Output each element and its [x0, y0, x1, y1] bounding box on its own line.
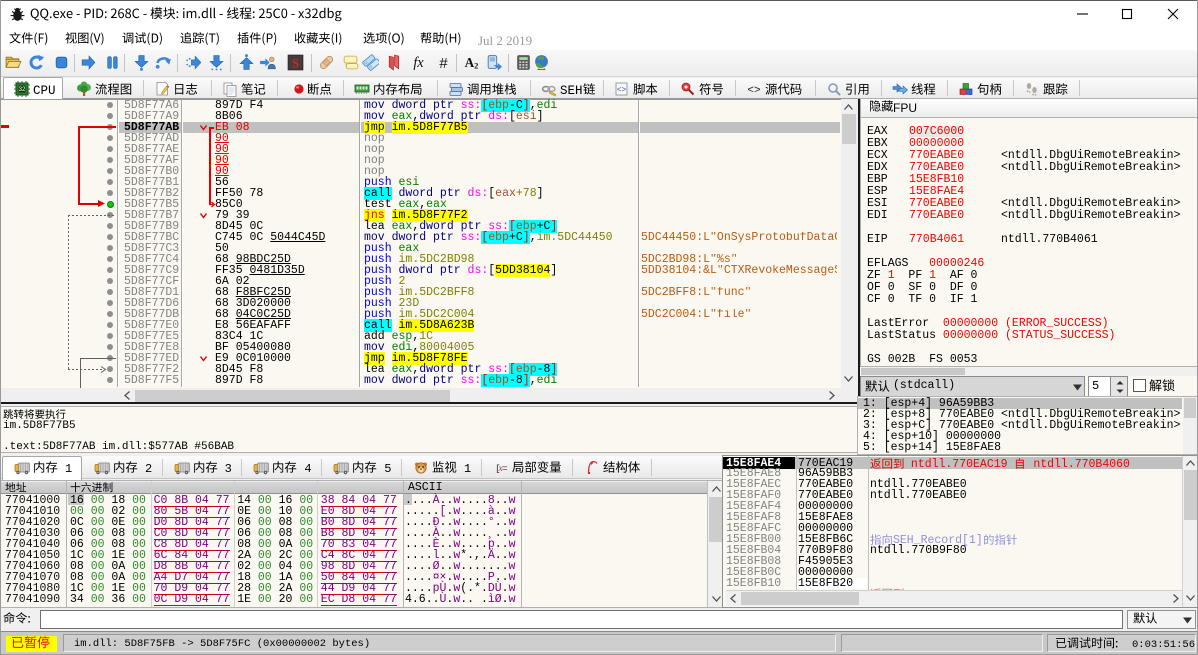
- svg-text:A: A: [465, 55, 475, 70]
- svg-text:32: 32: [19, 87, 26, 93]
- svg-text:2: 2: [474, 60, 478, 70]
- svg-text:S: S: [292, 56, 299, 70]
- svg-text:=]: =]: [502, 463, 509, 474]
- svg-text:<>: <>: [617, 86, 627, 95]
- svg-text:#: #: [439, 56, 448, 71]
- svg-text:fx: fx: [413, 55, 424, 71]
- svg-text:<>: <>: [747, 85, 760, 97]
